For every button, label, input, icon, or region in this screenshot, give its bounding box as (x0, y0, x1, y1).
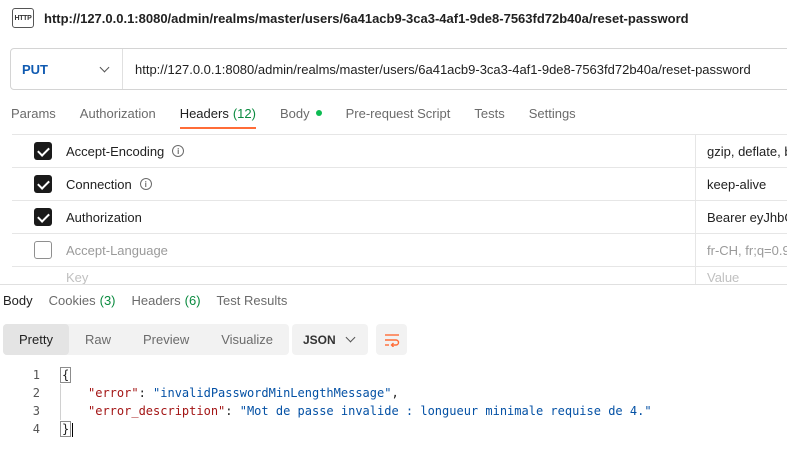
body-indicator-dot (315, 110, 322, 116)
json-key: "error" (88, 386, 139, 400)
new-header-value[interactable]: Value (695, 267, 739, 284)
json-colon: : (138, 386, 154, 400)
chevron-down-icon (99, 62, 110, 72)
tab-label: Body (279, 105, 310, 121)
code-text: { (60, 367, 72, 383)
pane-divider[interactable] (0, 284, 787, 285)
header-value[interactable]: keep-alive (695, 168, 766, 200)
request-bar: PUT (10, 48, 787, 90)
line-number: 1 (32, 368, 40, 382)
method-select[interactable]: PUT (11, 49, 123, 89)
indent-guide (60, 384, 61, 420)
json-brace: } (60, 421, 72, 437)
json-comma: , (391, 386, 399, 400)
header-row-new: Key Value (12, 267, 787, 284)
header-key-text: Connection (66, 176, 132, 192)
cookies-count: (3) (99, 292, 116, 308)
request-title: http://127.0.0.1:8080/admin/realms/maste… (44, 10, 689, 26)
format-select[interactable]: JSON (292, 324, 368, 355)
view-mode-group: Pretty Raw Preview Visualize (3, 324, 290, 355)
chevron-down-icon (345, 332, 356, 343)
header-key-text: Accept-Language (66, 242, 168, 258)
code-line: 2 "error": "invalidPasswordMinLengthMess… (0, 384, 787, 402)
header-value[interactable]: Bearer eyJhbG (695, 201, 787, 233)
view-raw-button[interactable]: Raw (69, 324, 127, 355)
tab-label: Settings (528, 105, 576, 121)
line-number: 3 (32, 404, 40, 418)
code-text: "error": "invalidPasswordMinLengthMessag… (88, 386, 399, 400)
header-key: Accept-Encoding i (66, 143, 185, 159)
header-key-text: Authorization (66, 209, 142, 225)
info-icon[interactable]: i (139, 178, 152, 190)
headers-count: (12) (232, 105, 256, 121)
http-request-icon: HTTP (12, 8, 34, 28)
header-key: Authorization (66, 210, 142, 225)
header-checkbox[interactable] (34, 175, 52, 193)
line-number: 2 (32, 386, 40, 400)
request-tabs: Params Authorization Headers (12) Body Pr… (0, 98, 588, 130)
tab-label: Params (11, 105, 56, 121)
text-caret (72, 422, 74, 437)
response-tabs: Body Cookies (3) Headers (6) Test Results (0, 288, 295, 312)
header-key-text: Accept-Encoding (66, 143, 165, 159)
header-checkbox[interactable] (34, 241, 52, 259)
tab-settings[interactable]: Settings (517, 98, 588, 128)
tab-label: Cookies (48, 292, 96, 308)
tab-params[interactable]: Params (0, 98, 68, 128)
header-row: Accept-Language fr-CH, fr;q=0.9 (12, 234, 787, 267)
new-header-key[interactable]: Key (66, 270, 88, 285)
header-value[interactable]: fr-CH, fr;q=0.9 (695, 234, 787, 266)
header-value[interactable]: gzip, deflate, b (695, 135, 787, 167)
code-text: "error_description": "Mot de passe inval… (88, 404, 652, 418)
response-headers-count: (6) (184, 292, 201, 308)
json-brace: { (60, 367, 72, 383)
view-preview-button[interactable]: Preview (127, 324, 205, 355)
line-number: 4 (32, 422, 40, 436)
header-row: Connection i keep-alive (12, 168, 787, 201)
header-row: Accept-Encoding i gzip, deflate, b (12, 135, 787, 168)
tab-label: Headers (131, 292, 181, 308)
view-pretty-button[interactable]: Pretty (3, 324, 69, 355)
title-bar: HTTP http://127.0.0.1:8080/admin/realms/… (0, 0, 787, 36)
response-body-code[interactable]: 1 { 2 "error": "invalidPasswordMinLength… (0, 366, 787, 438)
json-string: "invalidPasswordMinLengthMessage" (153, 386, 392, 400)
wrap-lines-icon (384, 333, 399, 347)
tab-response-headers[interactable]: Headers (6) (124, 288, 209, 312)
tab-headers[interactable]: Headers (12) (168, 98, 268, 129)
view-visualize-button[interactable]: Visualize (205, 324, 289, 355)
json-colon: : (225, 404, 240, 418)
tab-label: Body (3, 292, 33, 308)
header-checkbox[interactable] (34, 208, 52, 226)
tab-label: Authorization (79, 105, 156, 121)
header-row: Authorization Bearer eyJhbG (12, 201, 787, 234)
tab-authorization[interactable]: Authorization (68, 98, 168, 128)
tab-pre-request-script[interactable]: Pre-request Script (334, 98, 463, 128)
header-checkbox[interactable] (34, 142, 52, 160)
tab-label: Tests (474, 105, 505, 121)
code-line: 1 { (0, 366, 787, 384)
json-string: "Mot de passe invalide : longueur minima… (239, 404, 652, 418)
tab-tests[interactable]: Tests (462, 98, 516, 128)
tab-cookies[interactable]: Cookies (3) (41, 288, 124, 312)
tab-test-results[interactable]: Test Results (209, 288, 296, 312)
code-text: } (60, 421, 74, 437)
tab-response-body[interactable]: Body (0, 288, 41, 312)
code-line: 4 } (0, 420, 787, 438)
header-key: Accept-Language (66, 243, 168, 258)
code-line: 3 "error_description": "Mot de passe inv… (0, 402, 787, 420)
format-label: JSON (303, 332, 336, 347)
tab-label: Test Results (216, 292, 288, 308)
info-icon[interactable]: i (172, 145, 185, 157)
url-input[interactable] (123, 49, 787, 89)
json-key: "error_description" (88, 404, 226, 418)
tab-body[interactable]: Body (268, 98, 334, 128)
tab-label: Pre-request Script (345, 105, 451, 121)
wrap-lines-button[interactable] (376, 324, 407, 355)
tab-label: Headers (179, 105, 229, 121)
method-label: PUT (22, 61, 48, 77)
headers-table: Accept-Encoding i gzip, deflate, b Connec… (12, 134, 787, 284)
header-key: Connection i (66, 177, 152, 192)
